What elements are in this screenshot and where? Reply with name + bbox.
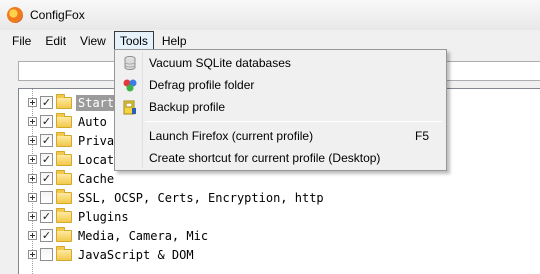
expand-icon[interactable] — [28, 155, 37, 164]
backup-icon — [123, 100, 136, 115]
tree-row-label[interactable]: Cache — [76, 171, 116, 187]
folder-icon — [56, 207, 72, 223]
menu-item-backup[interactable]: Backup profile — [117, 96, 444, 118]
tree-checkbox[interactable]: ✓ — [40, 210, 53, 223]
menu-item-label: Defrag profile folder — [149, 78, 255, 92]
expand-icon[interactable] — [28, 98, 37, 107]
menu-tools[interactable]: Tools — [113, 30, 154, 51]
folder-icon — [56, 150, 72, 166]
menu-file[interactable]: File — [6, 31, 37, 51]
expand-icon[interactable] — [28, 231, 37, 240]
tree-checkbox[interactable]: ✓ — [40, 229, 53, 242]
menu-item-vacuum[interactable]: Vacuum SQLite databases — [117, 52, 444, 74]
app-fox-icon — [7, 7, 23, 23]
menu-view[interactable]: View — [74, 31, 112, 51]
menu-separator — [145, 121, 442, 122]
menu-item-shortcut: F5 — [415, 129, 430, 143]
tools-menu: Vacuum SQLite databases Defrag profile f… — [114, 49, 447, 171]
tree-checkbox[interactable]: ✓ — [40, 153, 53, 166]
expand-icon[interactable] — [28, 193, 37, 202]
tree-checkbox[interactable]: ✓ — [40, 115, 53, 128]
expand-icon[interactable] — [28, 174, 37, 183]
folder-icon — [56, 112, 72, 128]
menu-item-create-shortcut[interactable]: Create shortcut for current profile (Des… — [117, 147, 444, 169]
tree-checkbox[interactable]: ✓ — [40, 96, 53, 109]
tree-row-label[interactable]: Media, Camera, Mic — [76, 228, 210, 244]
folder-icon — [56, 245, 72, 261]
expand-icon[interactable] — [28, 117, 37, 126]
menu-bar: File Edit View Tools Help — [0, 30, 540, 51]
tree-row-label[interactable]: Plugins — [76, 209, 131, 225]
folder-icon — [56, 169, 72, 185]
app-window: ConfigFox File Edit View Tools Help ✓ St… — [0, 0, 540, 274]
expand-icon[interactable] — [28, 250, 37, 259]
expand-icon[interactable] — [28, 212, 37, 221]
menu-item-defrag[interactable]: Defrag profile folder — [117, 74, 444, 96]
tree-checkbox[interactable] — [40, 248, 53, 261]
defrag-icon — [123, 79, 137, 92]
menu-item-label: Backup profile — [149, 100, 226, 114]
menu-edit[interactable]: Edit — [39, 31, 72, 51]
folder-icon — [56, 93, 72, 109]
menu-item-launch-firefox[interactable]: Launch Firefox (current profile) F5 — [117, 125, 444, 147]
menu-item-label: Create shortcut for current profile (Des… — [149, 151, 381, 165]
folder-icon — [56, 131, 72, 147]
tree-row-label[interactable]: JavaScript & DOM — [76, 247, 196, 263]
tree-row-label[interactable]: SSL, OCSP, Certs, Encryption, http — [76, 190, 326, 206]
title-bar: ConfigFox — [0, 0, 540, 30]
tree-checkbox[interactable]: ✓ — [40, 172, 53, 185]
menu-help[interactable]: Help — [156, 31, 193, 51]
database-icon — [124, 56, 136, 70]
menu-item-label: Vacuum SQLite databases — [149, 56, 291, 70]
folder-icon — [56, 188, 72, 204]
tree-checkbox[interactable]: ✓ — [40, 134, 53, 147]
window-title: ConfigFox — [30, 8, 85, 22]
menu-item-label: Launch Firefox (current profile) — [149, 129, 314, 143]
folder-icon — [56, 226, 72, 242]
tree-checkbox[interactable] — [40, 191, 53, 204]
expand-icon[interactable] — [28, 136, 37, 145]
